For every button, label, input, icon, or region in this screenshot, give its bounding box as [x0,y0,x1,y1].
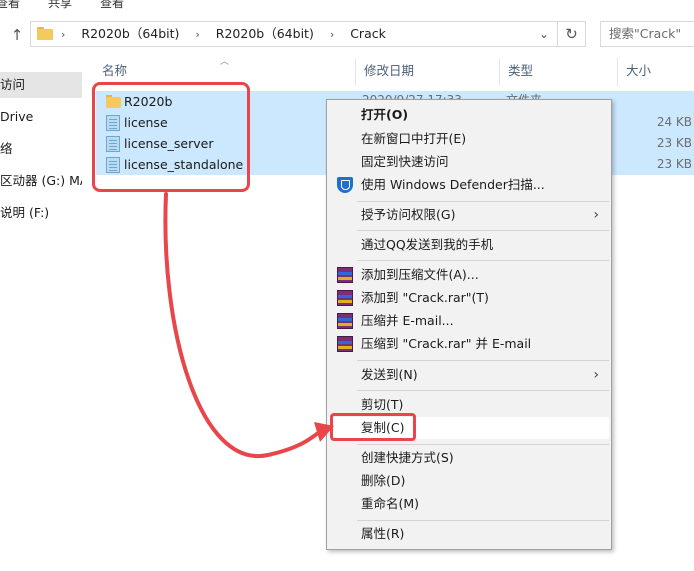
menu-item-add-crack-rar[interactable]: 添加到 "Crack.rar"(T) [329,287,609,309]
menu-separator [357,201,609,202]
winrar-icon [337,290,353,306]
up-arrow-icon[interactable]: ↑ [6,24,28,46]
copy-highlight-box [330,413,416,441]
selection-highlight-box [92,82,250,192]
ribbon-tab-home[interactable]: 查看 [0,0,20,10]
ribbon-tabs: 查看 共享 查看 [0,0,694,10]
menu-item-send-to[interactable]: 发送到(N) › [329,364,609,386]
breadcrumb-item[interactable]: R2020b（64bit) [81,26,179,41]
sidebar-item-network[interactable]: 络 [0,136,82,162]
menu-separator [357,390,609,391]
chevron-right-icon[interactable]: › [61,28,65,41]
breadcrumb-item[interactable]: R2020b（64bit) [216,26,314,41]
breadcrumb: › R2020b（64bit) › R2020b（64bit) › Crack [61,22,386,46]
menu-item-pin-quick-access[interactable]: 固定到快速访问 [329,151,609,173]
menu-item-delete[interactable]: 删除(D) [329,470,609,492]
chevron-right-icon[interactable]: › [330,28,334,41]
menu-item-compress-crack-email[interactable]: 压缩到 "Crack.rar" 并 E-mail [329,333,609,355]
navigation-pane: 访问 Drive 络 区动器 (G:) MAT 说明 (F:) [0,58,84,571]
defender-shield-icon [337,177,353,193]
winrar-icon [337,313,353,329]
arrow-curve [163,192,324,459]
folder-icon [37,27,53,41]
column-header-type[interactable]: 类型 [500,58,618,86]
menu-separator [357,360,609,361]
address-bar[interactable]: › R2020b（64bit) › R2020b（64bit) › Crack … [30,21,558,47]
menu-item-open[interactable]: 打开(O) [329,104,609,126]
chevron-down-icon[interactable]: ⌄ [531,22,557,46]
navigation-bar: ↑ › R2020b（64bit) › R2020b（64bit) › Crac… [0,10,694,58]
column-header-date[interactable]: 修改日期 [356,58,500,86]
menu-item-rename[interactable]: 重命名(M) [329,493,609,515]
menu-item-send-qq[interactable]: 通过QQ发送到我的手机 [329,234,609,256]
sidebar-item-drive-f[interactable]: 说明 (F:) [0,200,82,226]
menu-item-create-shortcut[interactable]: 创建快捷方式(S) [329,447,609,469]
menu-item-compress-email[interactable]: 压缩并 E-mail... [329,310,609,332]
menu-separator [357,230,609,231]
sidebar-item-onedrive[interactable]: Drive [0,104,82,130]
sidebar-item-drive-g[interactable]: 区动器 (G:) MAT [0,168,82,194]
menu-item-open-new-window[interactable]: 在新窗口中打开(E) [329,128,609,150]
ribbon-tab-view[interactable]: 查看 [100,0,124,10]
sidebar-item-quick-access[interactable]: 访问 [0,72,82,98]
chevron-right-icon: › [593,367,599,383]
file-size: 23 KB [656,157,692,171]
refresh-icon[interactable]: ↻ [558,21,586,47]
file-size: 24 KB [656,115,692,129]
menu-separator [357,444,609,445]
chevron-right-icon[interactable]: › [195,28,199,41]
winrar-icon [337,267,353,283]
winrar-icon [337,336,353,352]
chevron-right-icon: › [593,207,599,223]
menu-separator [357,260,609,261]
menu-item-defender-scan[interactable]: 使用 Windows Defender扫描... [329,174,609,196]
menu-item-properties[interactable]: 属性(R) [329,523,609,545]
column-header-size[interactable]: 大小 [618,58,694,86]
breadcrumb-item[interactable]: Crack [350,26,386,41]
search-input[interactable]: 搜索"Crack" [600,21,694,47]
menu-item-grant-access[interactable]: 授予访问权限(G) › [329,204,609,226]
menu-separator [357,520,609,521]
context-menu: 打开(O) 在新窗口中打开(E) 固定到快速访问 使用 Windows Defe… [326,99,612,550]
file-size: 23 KB [656,136,692,150]
ribbon-tab-share[interactable]: 共享 [48,0,72,10]
menu-item-add-archive[interactable]: 添加到压缩文件(A)... [329,264,609,286]
